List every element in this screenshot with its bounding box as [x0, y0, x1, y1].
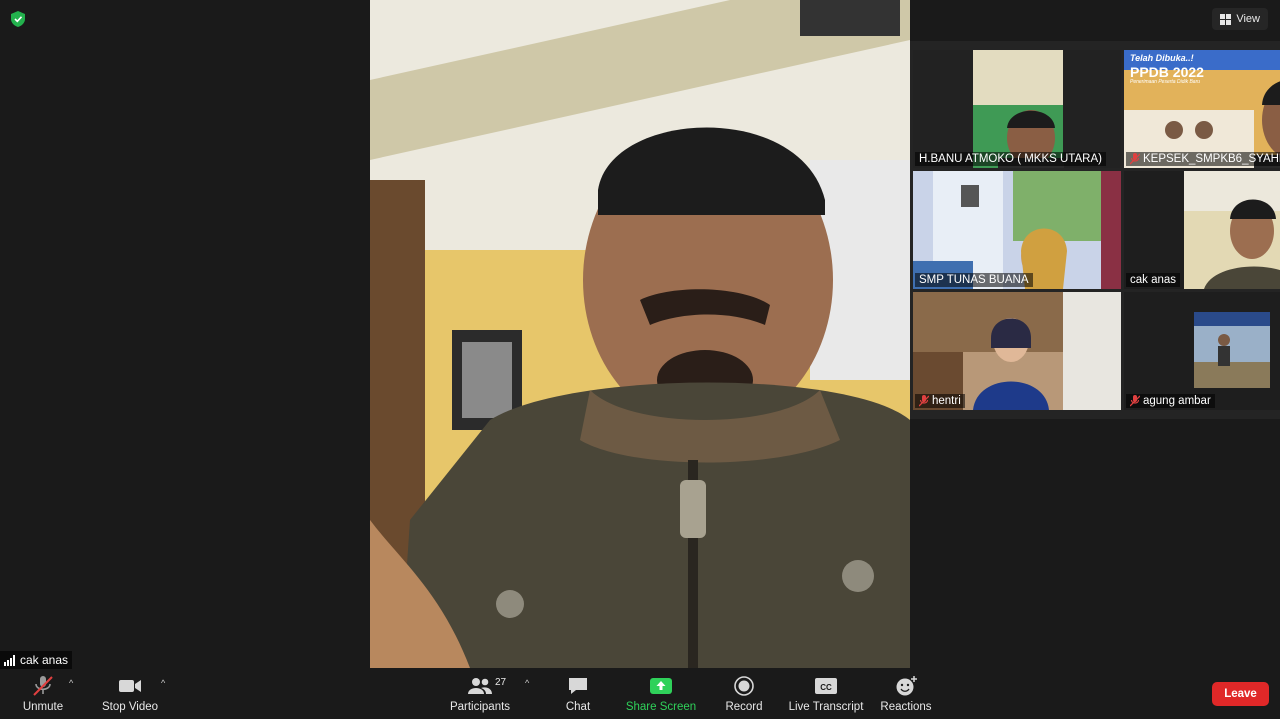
view-label: View: [1236, 13, 1260, 25]
video-camera-icon: [119, 680, 141, 692]
participant-tile[interactable]: agung ambar: [1124, 292, 1280, 410]
svg-text:CC: CC: [820, 683, 832, 692]
share-screen-icon: [650, 678, 672, 694]
participant-video: [1124, 292, 1280, 410]
participant-name-label: hentri: [915, 394, 965, 408]
record-icon: [734, 676, 754, 696]
self-name-label: cak anas: [0, 651, 73, 669]
record-button[interactable]: Record: [722, 669, 766, 719]
muted-mic-icon: [919, 395, 929, 407]
grid-icon: [1220, 13, 1232, 25]
participant-tile-active[interactable]: cak anas: [1124, 171, 1280, 289]
participant-video: [1124, 171, 1280, 289]
banner-line3: Penerimaan Peserta Didik Baru: [1130, 79, 1201, 85]
signal-strength-icon: [4, 654, 15, 666]
chat-button[interactable]: Chat: [558, 669, 598, 719]
active-speaker-video[interactable]: [370, 0, 910, 668]
participant-tile[interactable]: hentri: [913, 292, 1121, 410]
participant-name-label: KEPSEK_SMPKB6_SYAHRUL: [1126, 152, 1280, 166]
banner-line2: PPDB 2022: [1130, 64, 1204, 80]
audio-options-chevron-icon[interactable]: ^: [69, 678, 73, 688]
speaker-video-frame: [370, 0, 910, 668]
muted-mic-icon: [1130, 153, 1140, 165]
participant-tile[interactable]: H.BANU ATMOKO ( MKKS UTARA): [913, 50, 1121, 168]
leave-button[interactable]: Leave: [1212, 682, 1269, 706]
muted-mic-icon: [33, 676, 53, 696]
view-button[interactable]: View: [1212, 8, 1268, 30]
chat-bubble-icon: [569, 678, 587, 694]
participants-count: 27: [495, 677, 507, 688]
muted-mic-icon: [1130, 395, 1140, 407]
participant-name-label: SMP TUNAS BUANA: [915, 273, 1033, 287]
share-screen-button[interactable]: Share Screen: [624, 669, 698, 719]
participants-options-chevron-icon[interactable]: ^: [525, 678, 529, 688]
stop-video-button[interactable]: Stop Video: [100, 669, 160, 719]
live-transcript-button[interactable]: CC Live Transcript: [786, 669, 866, 719]
meeting-toolbar: Unmute ^ Stop Video ^ Participants 27 ^ …: [0, 669, 1280, 719]
participant-tile[interactable]: Telah Dibuka..! PPDB 2022 Penerimaan Pes…: [1124, 50, 1280, 168]
banner-line1: Telah Dibuka..!: [1130, 53, 1194, 63]
security-shield-icon[interactable]: [11, 11, 25, 27]
participant-tile[interactable]: SMP TUNAS BUANA: [913, 171, 1121, 289]
participant-video: [913, 292, 1121, 410]
unmute-button[interactable]: Unmute: [18, 669, 68, 719]
reactions-button[interactable]: Reactions: [878, 669, 934, 719]
video-options-chevron-icon[interactable]: ^: [161, 678, 165, 688]
participant-gallery: H.BANU ATMOKO ( MKKS UTARA) Telah Dibuka…: [910, 41, 1280, 419]
participant-name-label: cak anas: [1126, 273, 1181, 287]
smiley-plus-icon: [896, 676, 917, 696]
participant-video: [913, 171, 1121, 289]
closed-caption-icon: CC: [815, 678, 837, 694]
participant-name-label: agung ambar: [1126, 394, 1215, 408]
participant-video: [913, 50, 1121, 168]
participant-name-label: H.BANU ATMOKO ( MKKS UTARA): [915, 152, 1106, 166]
participants-icon: [468, 678, 492, 694]
